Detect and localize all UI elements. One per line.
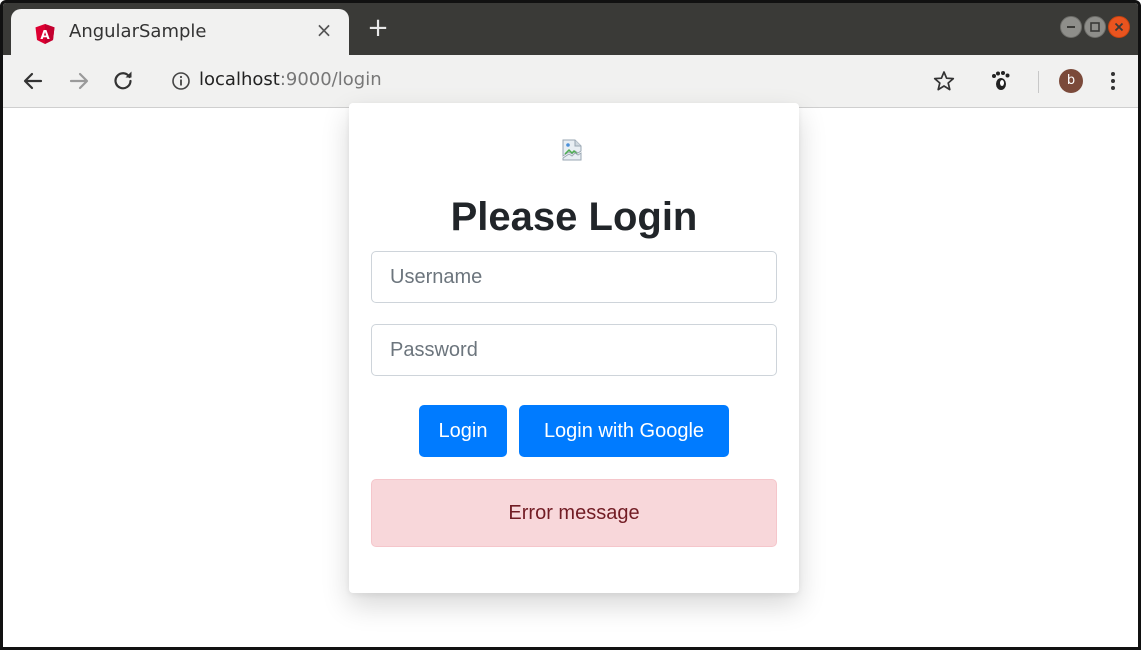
window-controls (1060, 16, 1130, 40)
minimize-button[interactable] (1060, 16, 1082, 38)
tab-close-icon[interactable]: × (313, 19, 335, 41)
maximize-button[interactable] (1084, 16, 1106, 38)
browser-toolbar: localhost:9000/login b (3, 55, 1138, 108)
new-tab-button[interactable]: + (365, 15, 391, 42)
toolbar-separator (1038, 71, 1039, 93)
page-content: Please Login Login Login with Google Err… (3, 103, 1138, 647)
browser-tab[interactable]: A AngularSample × (11, 9, 349, 55)
login-button[interactable]: Login (419, 405, 507, 457)
minimize-icon (1067, 26, 1075, 28)
forward-arrow-icon[interactable] (67, 69, 91, 93)
profile-avatar[interactable]: b (1059, 69, 1083, 93)
broken-image-icon (562, 139, 582, 161)
address-bar[interactable]: localhost:9000/login (199, 69, 382, 90)
maximize-icon (1090, 22, 1100, 32)
title-bar: A AngularSample × + (3, 3, 1138, 55)
error-alert: Error message (371, 479, 777, 547)
info-icon[interactable] (171, 71, 191, 91)
extension-footprint-icon[interactable] (989, 69, 1013, 93)
tab-title: AngularSample (69, 21, 207, 42)
menu-kebab-icon[interactable] (1101, 69, 1125, 93)
username-input[interactable] (371, 251, 777, 303)
window-close-button[interactable] (1108, 16, 1130, 38)
close-icon (1114, 22, 1124, 32)
url-path: :9000/login (279, 69, 382, 90)
angular-icon: A (35, 24, 55, 44)
bookmark-star-icon[interactable] (932, 69, 956, 93)
reload-icon[interactable] (111, 69, 135, 93)
url-host: localhost (199, 69, 280, 90)
login-card: Please Login Login Login with Google Err… (349, 103, 799, 593)
password-input[interactable] (371, 324, 777, 376)
page-title: Please Login (450, 195, 698, 239)
login-with-google-button[interactable]: Login with Google (519, 405, 729, 457)
back-arrow-icon[interactable] (21, 69, 45, 93)
svg-text:A: A (40, 28, 50, 42)
browser-window: A AngularSample × + localhost:9000/login… (0, 0, 1141, 650)
